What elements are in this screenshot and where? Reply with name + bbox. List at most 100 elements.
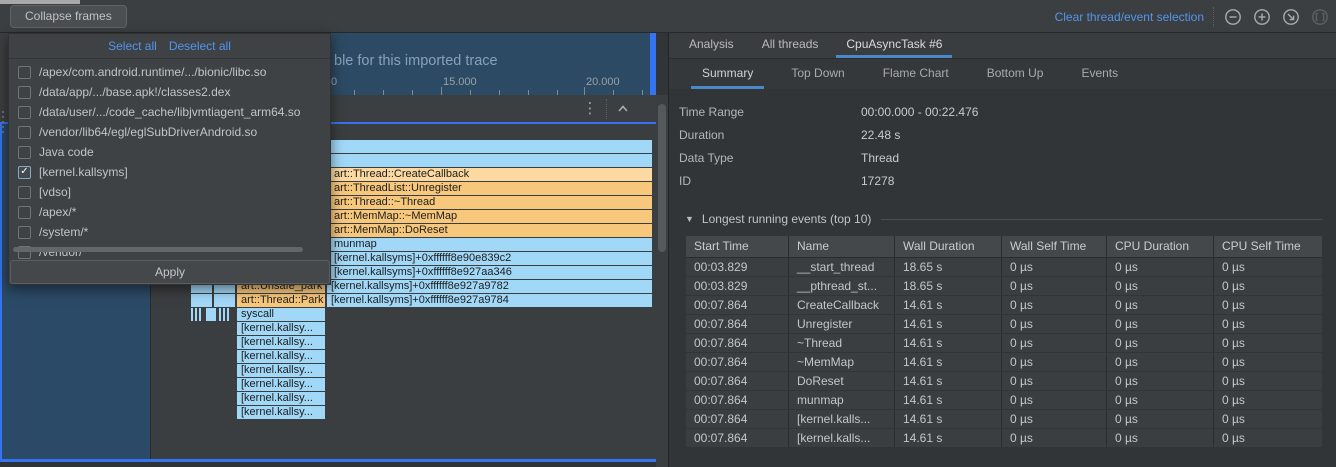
flame-bar[interactable]: [kernel.kallsy... xyxy=(237,336,325,349)
filter-list: /apex/com.android.runtime/.../bionic/lib… xyxy=(9,62,330,262)
summary-block: Time Range00:00.000 - 00:22.476 Duration… xyxy=(669,89,1336,193)
checkbox-unchecked-icon[interactable] xyxy=(18,126,31,139)
flame-bar[interactable]: [kernel.kallsy... xyxy=(237,364,325,377)
longest-events-section-header[interactable]: ▼ Longest running events (top 10) xyxy=(669,209,1336,229)
select-all-link[interactable]: Select all xyxy=(108,39,157,53)
zoom-in-icon[interactable] xyxy=(1252,7,1272,27)
ruler-tick-label: 20.000 xyxy=(586,76,620,88)
flame-bar[interactable]: [kernel.kallsy... xyxy=(237,392,325,405)
col-header[interactable]: Wall Self Time xyxy=(1002,236,1107,257)
ruler-tick xyxy=(584,87,585,95)
subtab-bottom-up[interactable]: Bottom Up xyxy=(976,59,1055,89)
col-header[interactable]: CPU Duration xyxy=(1107,236,1214,257)
tab-analysis[interactable]: Analysis xyxy=(679,33,744,58)
filter-item[interactable]: /system/* xyxy=(9,222,330,242)
flame-bar[interactable]: [kernel.kallsy... xyxy=(237,322,325,335)
zoom-out-icon[interactable] xyxy=(1223,7,1243,27)
col-header[interactable]: Name xyxy=(789,236,895,257)
flame-bar[interactable]: [kernel.kallsy... xyxy=(237,350,325,363)
track-drag-handle[interactable] xyxy=(2,108,4,136)
events-table-header[interactable]: Start Time Name Wall Duration Wall Self … xyxy=(686,236,1322,258)
flame-bar[interactable] xyxy=(219,308,221,321)
flame-bar[interactable]: [kernel.kallsy... xyxy=(237,378,325,391)
filter-item[interactable]: /data/app/.../base.apk!/classes2.dex xyxy=(9,82,330,102)
checkbox-unchecked-icon[interactable] xyxy=(18,206,31,219)
table-row[interactable]: 00:07.864CreateCallback14.61 s0 µs0 µs0 … xyxy=(686,296,1322,315)
col-header[interactable]: Wall Duration xyxy=(895,236,1002,257)
table-row[interactable]: 00:07.864Unregister14.61 s0 µs0 µs0 µs xyxy=(686,315,1322,334)
flame-bar[interactable] xyxy=(199,308,201,321)
section-rule xyxy=(881,219,1322,220)
table-row[interactable]: 00:07.864[kernel.kalls...14.61 s0 µs0 µs… xyxy=(686,429,1322,448)
table-row[interactable]: 00:07.864DoReset14.61 s0 µs0 µs0 µs xyxy=(686,372,1322,391)
profiler-window: Collapse frames Clear thread/event selec… xyxy=(0,0,1336,467)
table-row[interactable]: 00:03.829__pthread_st...18.65 s0 µs0 µs0… xyxy=(686,277,1322,296)
clear-selection-link[interactable]: Clear thread/event selection xyxy=(1055,10,1204,24)
flame-bar[interactable]: [kernel.kallsy... xyxy=(237,406,325,419)
col-header[interactable]: CPU Self Time xyxy=(1214,236,1322,257)
flame-bar[interactable] xyxy=(214,294,235,307)
subtab-events[interactable]: Events xyxy=(1070,59,1129,89)
zoom-to-selection-icon[interactable] xyxy=(1310,7,1330,27)
flame-bar[interactable] xyxy=(195,308,197,321)
table-row[interactable]: 00:03.829__start_thread18.65 s0 µs0 µs0 … xyxy=(686,258,1322,277)
collapse-track-chevron-icon[interactable] xyxy=(614,100,632,118)
summary-label: ID xyxy=(669,170,861,193)
section-collapse-arrow-icon[interactable]: ▼ xyxy=(685,214,694,224)
checkbox-unchecked-icon[interactable] xyxy=(18,106,31,119)
checkbox-unchecked-icon[interactable] xyxy=(18,186,31,199)
section-title: Longest running events (top 10) xyxy=(702,212,871,226)
ruler-tick xyxy=(441,87,442,95)
details-panel: Analysis All threads CpuAsyncTask #6 Sum… xyxy=(668,33,1336,467)
checkbox-checked-icon[interactable]: ✓ xyxy=(18,166,31,179)
timeline-selection-bar[interactable] xyxy=(650,33,656,95)
flame-bar[interactable] xyxy=(223,308,225,321)
apply-button[interactable]: Apply xyxy=(10,260,330,284)
summary-value: 17278 xyxy=(861,174,894,188)
filter-item[interactable]: ✓[kernel.kallsyms] xyxy=(9,162,330,182)
summary-value: 00:00.000 - 00:22.476 xyxy=(861,105,978,119)
flame-bar[interactable] xyxy=(191,294,212,307)
summary-label: Time Range xyxy=(669,101,861,124)
filter-item[interactable]: Java code xyxy=(9,142,330,162)
flame-bar[interactable] xyxy=(191,308,193,321)
tab-cpuasynctask[interactable]: CpuAsyncTask #6 xyxy=(836,33,952,58)
table-row[interactable]: 00:07.864munmap14.61 s0 µs0 µs0 µs xyxy=(686,391,1322,410)
popup-hscrollbar-thumb[interactable] xyxy=(13,247,303,252)
filter-item[interactable]: [vdso] xyxy=(9,182,330,202)
corner-strip xyxy=(0,0,80,4)
track-options-kebab-icon[interactable]: ⋮ xyxy=(582,98,598,120)
summary-value: 22.48 s xyxy=(861,128,900,142)
subtab-top-down[interactable]: Top Down xyxy=(780,59,855,89)
banner-message: ble for this imported trace xyxy=(334,53,498,69)
flame-bar[interactable] xyxy=(227,308,229,321)
filter-item[interactable]: /vendor/* xyxy=(9,242,330,262)
summary-value: Thread xyxy=(861,151,899,165)
checkbox-unchecked-icon[interactable] xyxy=(18,226,31,239)
flame-bar[interactable] xyxy=(206,308,216,321)
deselect-all-link[interactable]: Deselect all xyxy=(169,39,231,53)
table-row[interactable]: 00:07.864~Thread14.61 s0 µs0 µs0 µs xyxy=(686,334,1322,353)
checkbox-unchecked-icon[interactable] xyxy=(18,66,31,79)
checkbox-unchecked-icon[interactable] xyxy=(18,86,31,99)
filter-item[interactable]: /vendor/lib64/egl/eglSubDriverAndroid.so xyxy=(9,122,330,142)
reset-zoom-icon[interactable] xyxy=(1281,7,1301,27)
subtab-flame-chart[interactable]: Flame Chart xyxy=(872,59,960,89)
analysis-subtabs: Summary Top Down Flame Chart Bottom Up E… xyxy=(669,59,1336,89)
subtab-summary[interactable]: Summary xyxy=(691,59,764,89)
table-row[interactable]: 00:07.864[kernel.kalls...14.61 s0 µs0 µs… xyxy=(686,410,1322,429)
table-row[interactable]: 00:07.864~MemMap14.61 s0 µs0 µs0 µs xyxy=(686,353,1322,372)
filter-item[interactable]: /data/user/.../code_cache/libjvmtiagent_… xyxy=(9,102,330,122)
checkbox-unchecked-icon[interactable] xyxy=(18,146,31,159)
collapse-frames-button[interactable]: Collapse frames xyxy=(10,5,127,28)
flame-bar[interactable]: art::Thread::Park xyxy=(237,294,325,307)
thread-tabs: Analysis All threads CpuAsyncTask #6 xyxy=(669,33,1336,59)
tab-all-threads[interactable]: All threads xyxy=(752,33,829,58)
flame-scrollbar-thumb[interactable] xyxy=(658,104,666,252)
col-header[interactable]: Start Time xyxy=(686,236,789,257)
flame-bar[interactable]: [kernel.kallsyms]+0xffffff8e927a9784 xyxy=(327,294,652,307)
filter-item[interactable]: /apex/com.android.runtime/.../bionic/lib… xyxy=(9,62,330,82)
flame-bar[interactable]: syscall xyxy=(237,308,325,321)
flame-bar[interactable]: [kernel.kallsyms]+0xffffff8e927a9782 xyxy=(327,280,652,293)
filter-item[interactable]: /apex/* xyxy=(9,202,330,222)
